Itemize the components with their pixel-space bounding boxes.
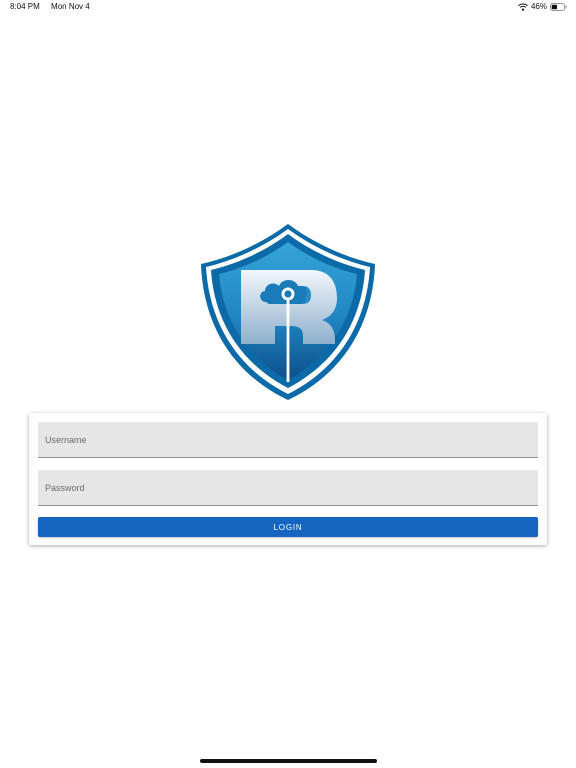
login-card: LOGIN: [29, 413, 547, 545]
status-time: 8:04 PM: [10, 2, 40, 11]
status-left: 8:04 PM Mon Nov 4: [10, 0, 99, 14]
login-button[interactable]: LOGIN: [38, 517, 538, 537]
status-bar: 8:04 PM Mon Nov 4 46%: [0, 0, 576, 14]
password-input[interactable]: [38, 470, 538, 506]
status-date: Mon Nov 4: [51, 2, 90, 11]
status-right: 46%: [518, 0, 567, 14]
home-indicator: [200, 759, 377, 763]
username-input[interactable]: [38, 422, 538, 458]
app-logo: [199, 222, 377, 402]
wifi-icon: [518, 3, 528, 11]
battery-icon: [550, 3, 567, 11]
battery-percent: 46%: [530, 2, 547, 11]
